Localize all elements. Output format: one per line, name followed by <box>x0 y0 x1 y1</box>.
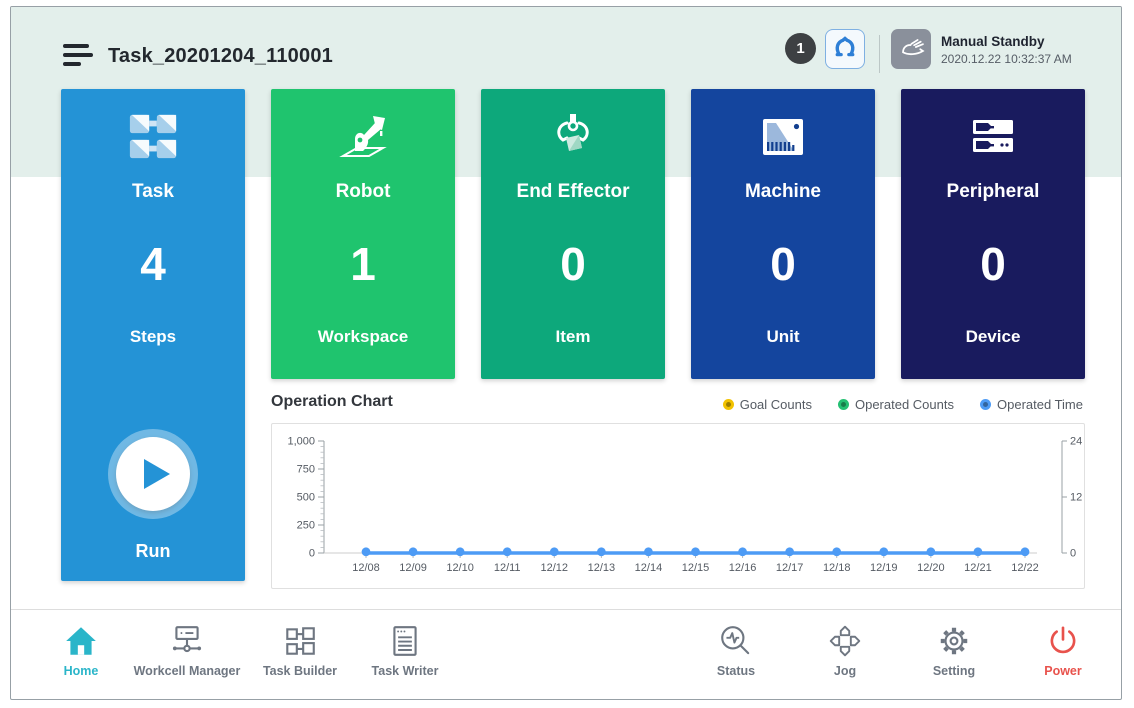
svg-text:12/08: 12/08 <box>352 562 380 574</box>
card-title: Machine <box>691 181 875 203</box>
svg-text:1,000: 1,000 <box>287 436 315 448</box>
svg-text:12/21: 12/21 <box>964 562 992 574</box>
svg-text:12/13: 12/13 <box>588 562 616 574</box>
power-icon <box>1045 617 1081 659</box>
end-effector-icon <box>481 107 665 167</box>
task-card[interactable]: Task 4 Steps Run <box>61 89 245 581</box>
nav-task-writer[interactable]: Task Writer <box>330 617 480 678</box>
status-text: Manual Standby <box>941 34 1072 49</box>
main-window: Task_20201204_110001 1 Manual Standb <box>10 6 1122 700</box>
manual-mode-button[interactable] <box>891 29 931 69</box>
run-button[interactable] <box>116 437 190 511</box>
task-builder-icon <box>282 617 318 659</box>
header-divider <box>879 35 880 73</box>
machine-icon <box>691 107 875 167</box>
legend-operated-counts: Operated Counts <box>838 397 954 412</box>
operation-chart[interactable]: 0 250 500 750 1,000 0 12 24 12/08 12/09 12/10 12/11… <box>271 423 1085 589</box>
svg-text:12: 12 <box>1070 492 1082 504</box>
setting-gear-icon <box>936 617 972 659</box>
card-unit: Unit <box>691 327 875 347</box>
status-icon <box>718 617 754 659</box>
svg-text:12/19: 12/19 <box>870 562 898 574</box>
robot-status: Manual Standby 2020.12.22 10:32:37 AM <box>941 34 1072 66</box>
card-count: 0 <box>691 237 875 291</box>
operated-counts-dot-icon <box>838 399 849 410</box>
card-count: 0 <box>481 237 665 291</box>
card-count: 1 <box>271 237 455 291</box>
machine-card[interactable]: Machine 0 Unit <box>691 89 875 379</box>
svg-text:12/10: 12/10 <box>446 562 474 574</box>
operation-chart-title: Operation Chart <box>271 393 393 411</box>
svg-text:12/17: 12/17 <box>776 562 804 574</box>
jog-dpad-icon <box>827 617 863 659</box>
svg-text:12/11: 12/11 <box>494 562 521 574</box>
svg-text:250: 250 <box>297 520 315 532</box>
peripheral-card[interactable]: Peripheral 0 Device <box>901 89 1085 379</box>
legend-goal-counts: Goal Counts <box>723 397 812 412</box>
card-unit: Workspace <box>271 327 455 347</box>
chart-legend: Goal Counts Operated Counts Operated Tim… <box>723 397 1083 412</box>
card-count: 0 <box>901 237 1085 291</box>
end-effector-card[interactable]: End Effector 0 Item <box>481 89 665 379</box>
gripper-tool-button[interactable] <box>825 29 865 69</box>
svg-text:750: 750 <box>297 464 315 476</box>
task-writer-icon <box>387 617 423 659</box>
robot-card[interactable]: Robot 1 Workspace <box>271 89 455 379</box>
card-count: 4 <box>61 237 245 291</box>
svg-text:500: 500 <box>297 492 315 504</box>
gripper-icon <box>831 33 859 66</box>
card-title: Peripheral <box>901 181 1085 203</box>
svg-text:12/20: 12/20 <box>917 562 945 574</box>
robot-arm-icon <box>271 107 455 167</box>
workcell-manager-icon <box>169 617 205 659</box>
operated-time-dot-icon <box>980 399 991 410</box>
svg-text:12/09: 12/09 <box>399 562 427 574</box>
svg-text:24: 24 <box>1070 436 1082 448</box>
svg-text:0: 0 <box>309 548 315 560</box>
manual-hand-icon <box>896 32 926 67</box>
svg-text:0: 0 <box>1070 548 1076 560</box>
task-title: Task_20201204_110001 <box>108 45 333 68</box>
card-unit: Steps <box>61 327 245 347</box>
legend-operated-time: Operated Time <box>980 397 1083 412</box>
svg-text:12/22: 12/22 <box>1011 562 1039 574</box>
peripheral-icon <box>901 107 1085 167</box>
operation-chart-plot: 0 250 500 750 1,000 0 12 24 12/08 12/09 12/10 12/11… <box>272 424 1084 588</box>
notification-badge: 1 <box>785 33 816 64</box>
svg-text:12/16: 12/16 <box>729 562 757 574</box>
card-title: End Effector <box>481 181 665 203</box>
svg-text:12/14: 12/14 <box>635 562 663 574</box>
card-title: Task <box>61 181 245 203</box>
nav-divider <box>11 609 1121 610</box>
svg-text:12/18: 12/18 <box>823 562 851 574</box>
run-label: Run <box>61 541 245 562</box>
card-unit: Device <box>901 327 1085 347</box>
svg-text:12/12: 12/12 <box>541 562 569 574</box>
status-timestamp: 2020.12.22 10:32:37 AM <box>941 52 1072 66</box>
goal-counts-dot-icon <box>723 399 734 410</box>
svg-text:12/15: 12/15 <box>682 562 710 574</box>
task-steps-icon <box>61 107 245 167</box>
menu-hamburger-icon[interactable] <box>63 44 95 70</box>
nav-power[interactable]: Power <box>988 617 1122 678</box>
play-icon <box>144 459 170 489</box>
card-unit: Item <box>481 327 665 347</box>
card-title: Robot <box>271 181 455 203</box>
home-icon <box>63 617 99 659</box>
